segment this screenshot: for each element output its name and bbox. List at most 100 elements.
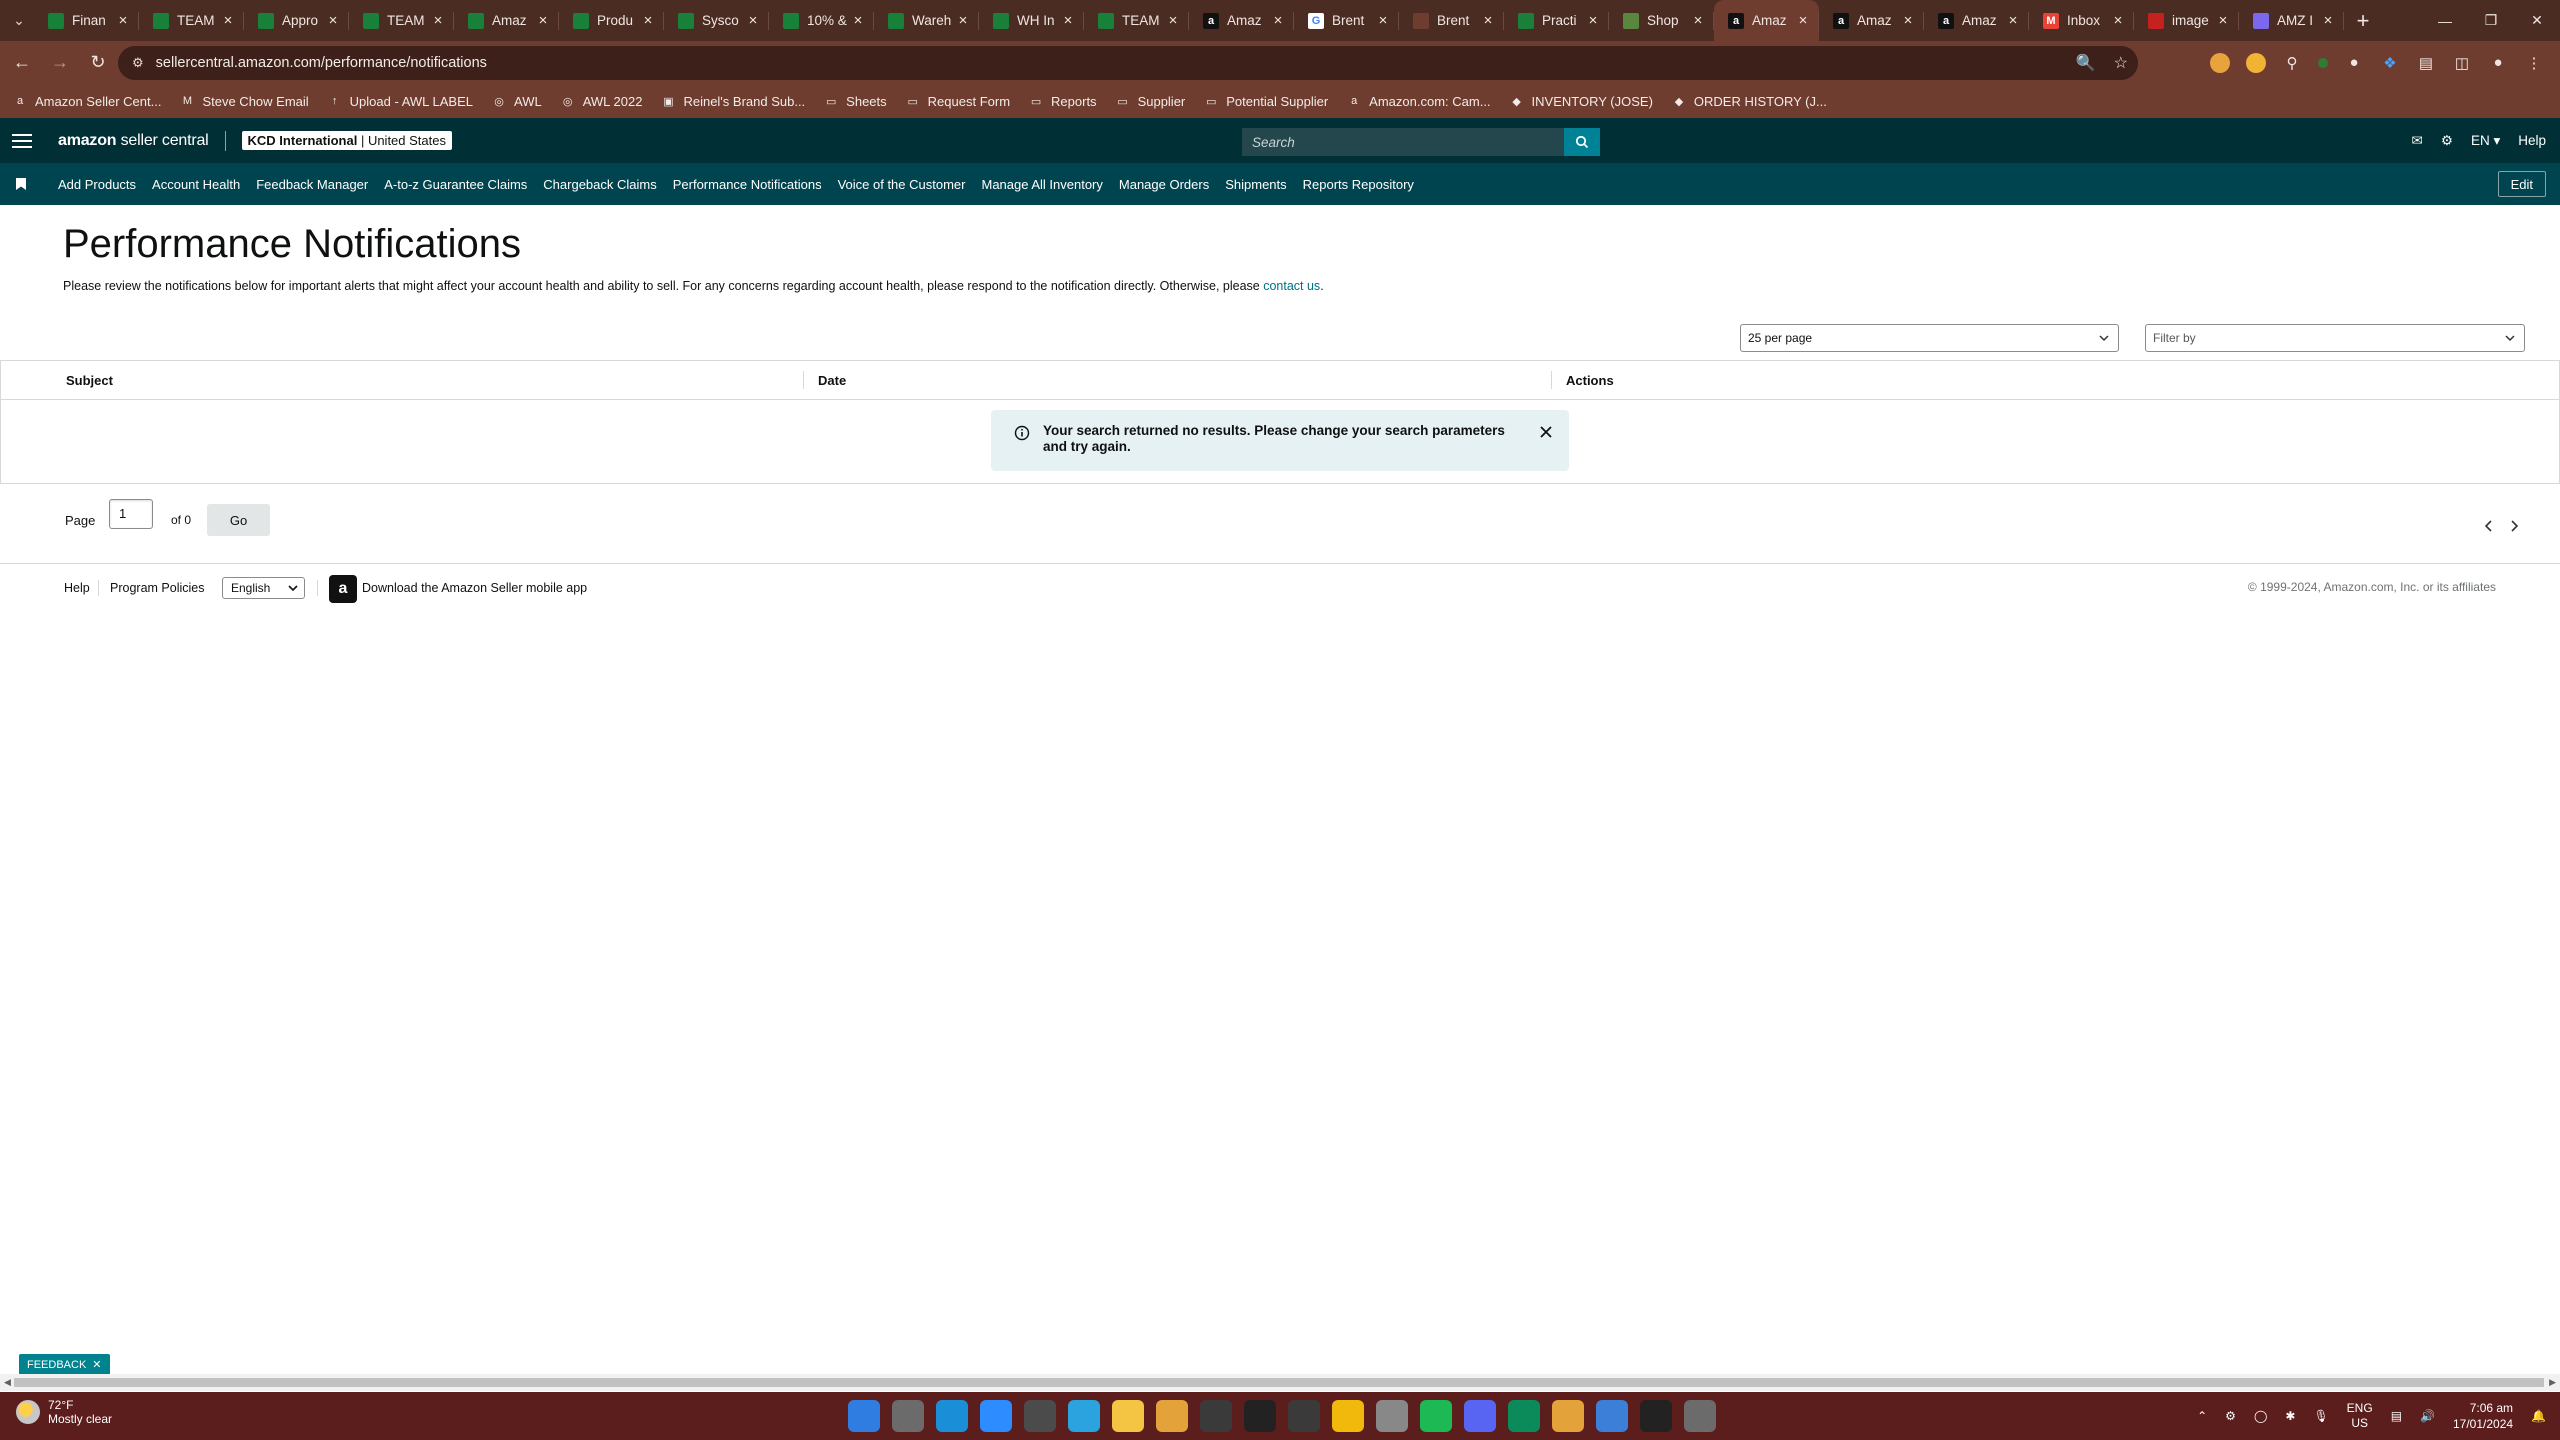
chevron-left-icon[interactable] [2484,520,2494,532]
account-switcher[interactable]: KCD International | United States [241,131,452,150]
tab-close-icon[interactable]: × [640,12,656,29]
tab-close-icon[interactable]: × [1480,12,1496,29]
seller-central-logo[interactable]: amazon seller central [58,132,209,150]
bookmark-item[interactable]: M Steve Chow Email [179,93,309,109]
browser-tab[interactable]: M Inbox × [2029,0,2134,41]
download-app-link[interactable]: Download the Amazon Seller mobile app [362,581,587,595]
extension-search-icon[interactable]: ⚲ [2282,53,2302,73]
fan-icon[interactable] [1288,1400,1320,1432]
browser-tab[interactable]: Shop × [1609,0,1714,41]
scroll-left-arrow-icon[interactable]: ◀ [4,1377,11,1388]
nav-item[interactable]: Shipments [1225,177,1286,192]
bookmark-item[interactable]: ▭ Request Form [905,93,1010,109]
extension-honey-icon[interactable] [2246,52,2266,73]
go-button[interactable]: Go [207,504,270,536]
tab-close-icon[interactable]: × [1270,12,1286,29]
chevron-right-icon[interactable] [2509,520,2519,532]
calculator-icon[interactable] [1024,1400,1056,1432]
tab-close-icon[interactable]: × [2005,12,2021,29]
restore-button[interactable]: ❐ [2468,0,2514,41]
close-icon[interactable] [1540,426,1552,438]
bookmark-item[interactable]: ▭ Reports [1028,93,1097,109]
browser-tab[interactable]: Wareh × [874,0,979,41]
browser-tab[interactable]: a Amaz × [1714,0,1819,41]
forward-button[interactable]: → [44,47,76,79]
browser-tab[interactable]: Appro × [244,0,349,41]
search-button[interactable] [1564,128,1600,156]
bookmark-star-icon[interactable]: ☆ [2114,53,2128,73]
language-selector[interactable]: EN ▾ [2471,133,2500,149]
help-link[interactable]: Help [2518,133,2546,148]
tab-close-icon[interactable]: × [220,12,236,29]
tab-close-icon[interactable]: × [1375,12,1391,29]
search-input[interactable]: Search [1242,128,1564,156]
tab-close-icon[interactable]: × [2215,12,2231,29]
extensions-puzzle-icon[interactable]: ▤ [2416,53,2436,73]
feedback-button[interactable]: FEEDBACK ✕ [19,1354,110,1375]
clock[interactable]: 7:06 am 17/01/2024 [2453,1400,2513,1432]
menu-kebab-icon[interactable]: ⋮ [2524,53,2544,73]
extension-dropbox-icon[interactable]: ❖ [2380,53,2400,73]
new-tab-button[interactable]: + [2348,6,2378,36]
extension-color-icon[interactable] [2210,52,2230,73]
scroll-right-arrow-icon[interactable]: ▶ [2549,1377,2556,1388]
side-panel-icon[interactable]: ◫ [2452,53,2472,73]
page-number-input[interactable]: 1 [109,499,153,529]
nav-item[interactable]: Add Products [58,177,136,192]
browser-tab[interactable]: Produ × [559,0,664,41]
tab-close-icon[interactable]: × [1900,12,1916,29]
footer-help-link[interactable]: Help [64,581,90,595]
bookmark-item[interactable]: ▣ Reinel's Brand Sub... [660,93,805,109]
microphone-icon[interactable]: 🎙 [2313,1409,2328,1423]
app-icon[interactable] [1508,1400,1540,1432]
g-hub-icon[interactable] [1244,1400,1276,1432]
footer-language-select[interactable]: English [222,577,305,599]
browser-tab[interactable]: 10% & × [769,0,874,41]
bookmark-item[interactable]: ▭ Sheets [823,93,887,109]
browser-tab[interactable]: Finan × [34,0,139,41]
tab-close-icon[interactable]: × [2110,12,2126,29]
tab-close-icon[interactable]: × [430,12,446,29]
tray-overflow-icon[interactable]: ⌃ [2197,1409,2207,1423]
browser-tab[interactable]: WH In × [979,0,1084,41]
column-date[interactable]: Date [818,373,846,388]
filter-by-select[interactable]: Filter by [2145,324,2525,352]
program-policies-link[interactable]: Program Policies [110,581,204,595]
hamburger-menu-icon[interactable] [12,133,32,148]
tab-close-icon[interactable]: × [1690,12,1706,29]
tab-close-icon[interactable]: × [325,12,341,29]
bookmark-item[interactable]: ▭ Potential Supplier [1203,93,1328,109]
close-window-button[interactable]: ✕ [2514,0,2560,41]
nav-item[interactable]: Voice of the Customer [838,177,966,192]
horizontal-scrollbar[interactable]: ◀ ▶ [0,1374,2560,1391]
zoom-icon[interactable] [980,1400,1012,1432]
browser-tab[interactable]: Practi × [1504,0,1609,41]
mail-icon[interactable]: ✉ [2412,133,2423,149]
tab-close-icon[interactable]: × [1795,12,1811,29]
settings-gear-icon[interactable]: ⚙ [2441,133,2453,149]
tab-close-icon[interactable]: × [1585,12,1601,29]
browser-tab[interactable]: TEAM × [349,0,454,41]
file-explorer-icon[interactable] [1112,1400,1144,1432]
nav-item[interactable]: Manage All Inventory [981,177,1102,192]
back-button[interactable]: ← [6,47,38,79]
tab-close-icon[interactable]: × [850,12,866,29]
browser-tab[interactable]: a Amaz × [1819,0,1924,41]
extension-green-icon[interactable] [2318,57,2328,68]
g-hub-tray-icon[interactable]: ◯ [2254,1409,2267,1423]
bookmark-item[interactable]: ▭ Supplier [1115,93,1185,109]
notepad-icon[interactable] [1596,1400,1628,1432]
g-app-icon[interactable] [1640,1400,1672,1432]
bookmark-item[interactable]: a Amazon.com: Cam... [1346,93,1490,109]
nav-item[interactable]: Chargeback Claims [543,177,656,192]
browser-tab[interactable]: Brent × [1399,0,1504,41]
scroll-thumb[interactable] [14,1378,2544,1387]
vpn-icon[interactable] [1376,1400,1408,1432]
nav-item[interactable]: Account Health [152,177,240,192]
bookmark-item[interactable]: ◎ AWL [491,93,542,109]
weather-widget[interactable]: 72°F Mostly clear [16,1398,112,1426]
browser-tab[interactable]: Amaz × [454,0,559,41]
telegram-icon[interactable] [1068,1400,1100,1432]
tab-close-icon[interactable]: × [115,12,131,29]
per-page-select[interactable]: 25 per page [1740,324,2119,352]
